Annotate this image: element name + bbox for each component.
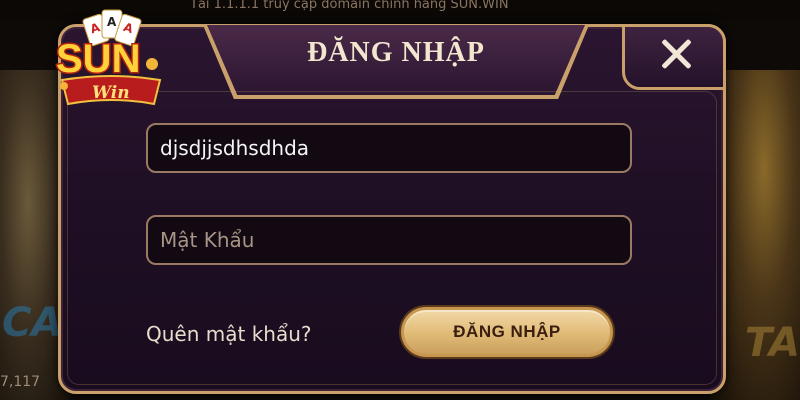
username-input[interactable] <box>148 125 630 171</box>
password-input[interactable] <box>148 217 630 263</box>
sunwin-logo-icon: A A A SUN Win <box>48 6 174 118</box>
svg-text:A: A <box>107 15 117 29</box>
dialog-title: ĐĂNG NHẬP <box>307 37 485 68</box>
domain-banner: Tải 1.1.1.1 truy cập domain chính hãng S… <box>190 0 509 12</box>
forgot-password-link[interactable]: Quên mật khẩu? <box>146 322 312 346</box>
password-field[interactable] <box>146 215 632 265</box>
right-thumbnail-lettering: TA <box>744 320 800 366</box>
svg-text:Win: Win <box>92 83 130 103</box>
close-button[interactable] <box>622 24 726 90</box>
left-thumbnail-lettering: CA <box>2 300 63 346</box>
player-counter: 7,117 <box>0 374 41 390</box>
close-icon[interactable] <box>659 37 693 71</box>
username-field[interactable] <box>146 123 632 173</box>
svg-text:SUN: SUN <box>56 37 140 81</box>
login-button[interactable]: ĐĂNG NHẬP <box>401 307 613 357</box>
